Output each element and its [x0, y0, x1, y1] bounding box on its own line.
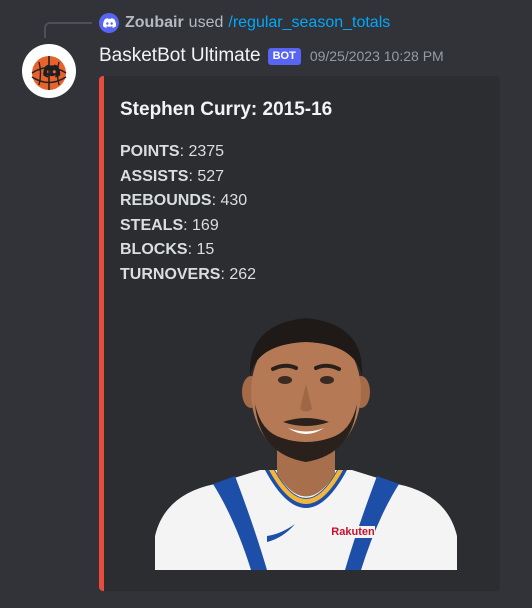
bot-avatar[interactable]	[22, 44, 76, 98]
stat-row-assists: ASSISTS: 527	[120, 167, 225, 185]
command-user-name[interactable]: Zoubair	[125, 14, 184, 32]
command-invocation: Zoubair used /regular_season_totals	[99, 12, 390, 34]
discord-icon	[99, 13, 119, 33]
player-headshot-image[interactable]: Rakuten	[155, 314, 457, 570]
stat-value: 430	[220, 192, 248, 209]
stat-value: 2375	[188, 143, 225, 160]
player-headshot-icon: Rakuten	[155, 318, 457, 570]
stats-embed: Stephen Curry: 2015-16 POINTS: 2375 ASSI…	[99, 76, 500, 591]
stat-value: 527	[197, 167, 225, 185]
stat-label: BLOCKS	[120, 241, 188, 258]
embed-title: Stephen Curry: 2015-16	[120, 99, 333, 120]
command-reply-connector	[44, 22, 92, 38]
stat-label: STEALS	[120, 216, 184, 234]
author-name[interactable]: BasketBot Ultimate	[99, 45, 261, 67]
stat-row-blocks: BLOCKS: 15	[120, 241, 215, 258]
stat-row-turnovers: TURNOVERS: 262	[120, 265, 257, 283]
command-used-text: used	[188, 14, 224, 31]
stat-value: 15	[196, 241, 215, 258]
stat-value: 169	[192, 216, 219, 234]
stats-list: POINTS: 2375 ASSISTS: 527 REBOUNDS: 430 …	[120, 140, 256, 287]
stat-row-points: POINTS: 2375	[120, 143, 225, 160]
message-timestamp[interactable]: 09/25/2023 10:28 PM	[310, 48, 444, 64]
bot-badge: BOT	[267, 47, 301, 65]
stat-row-rebounds: REBOUNDS: 430	[120, 192, 248, 209]
chat-message: Zoubair used /regular_season_totals Bask…	[0, 0, 532, 608]
stat-label: REBOUNDS	[120, 192, 212, 209]
command-name-link[interactable]: /regular_season_totals	[228, 14, 390, 32]
stat-label: TURNOVERS	[120, 265, 221, 283]
stat-label: ASSISTS	[120, 167, 189, 185]
jersey-sponsor-text: Rakuten	[331, 526, 375, 538]
stat-row-steals: STEALS: 169	[120, 216, 219, 234]
stat-label: POINTS	[120, 143, 180, 160]
stat-value: 262	[229, 265, 257, 283]
discord-basketball-avatar-icon	[31, 56, 67, 90]
message-header: BasketBot Ultimate BOT 09/25/2023 10:28 …	[99, 43, 444, 69]
